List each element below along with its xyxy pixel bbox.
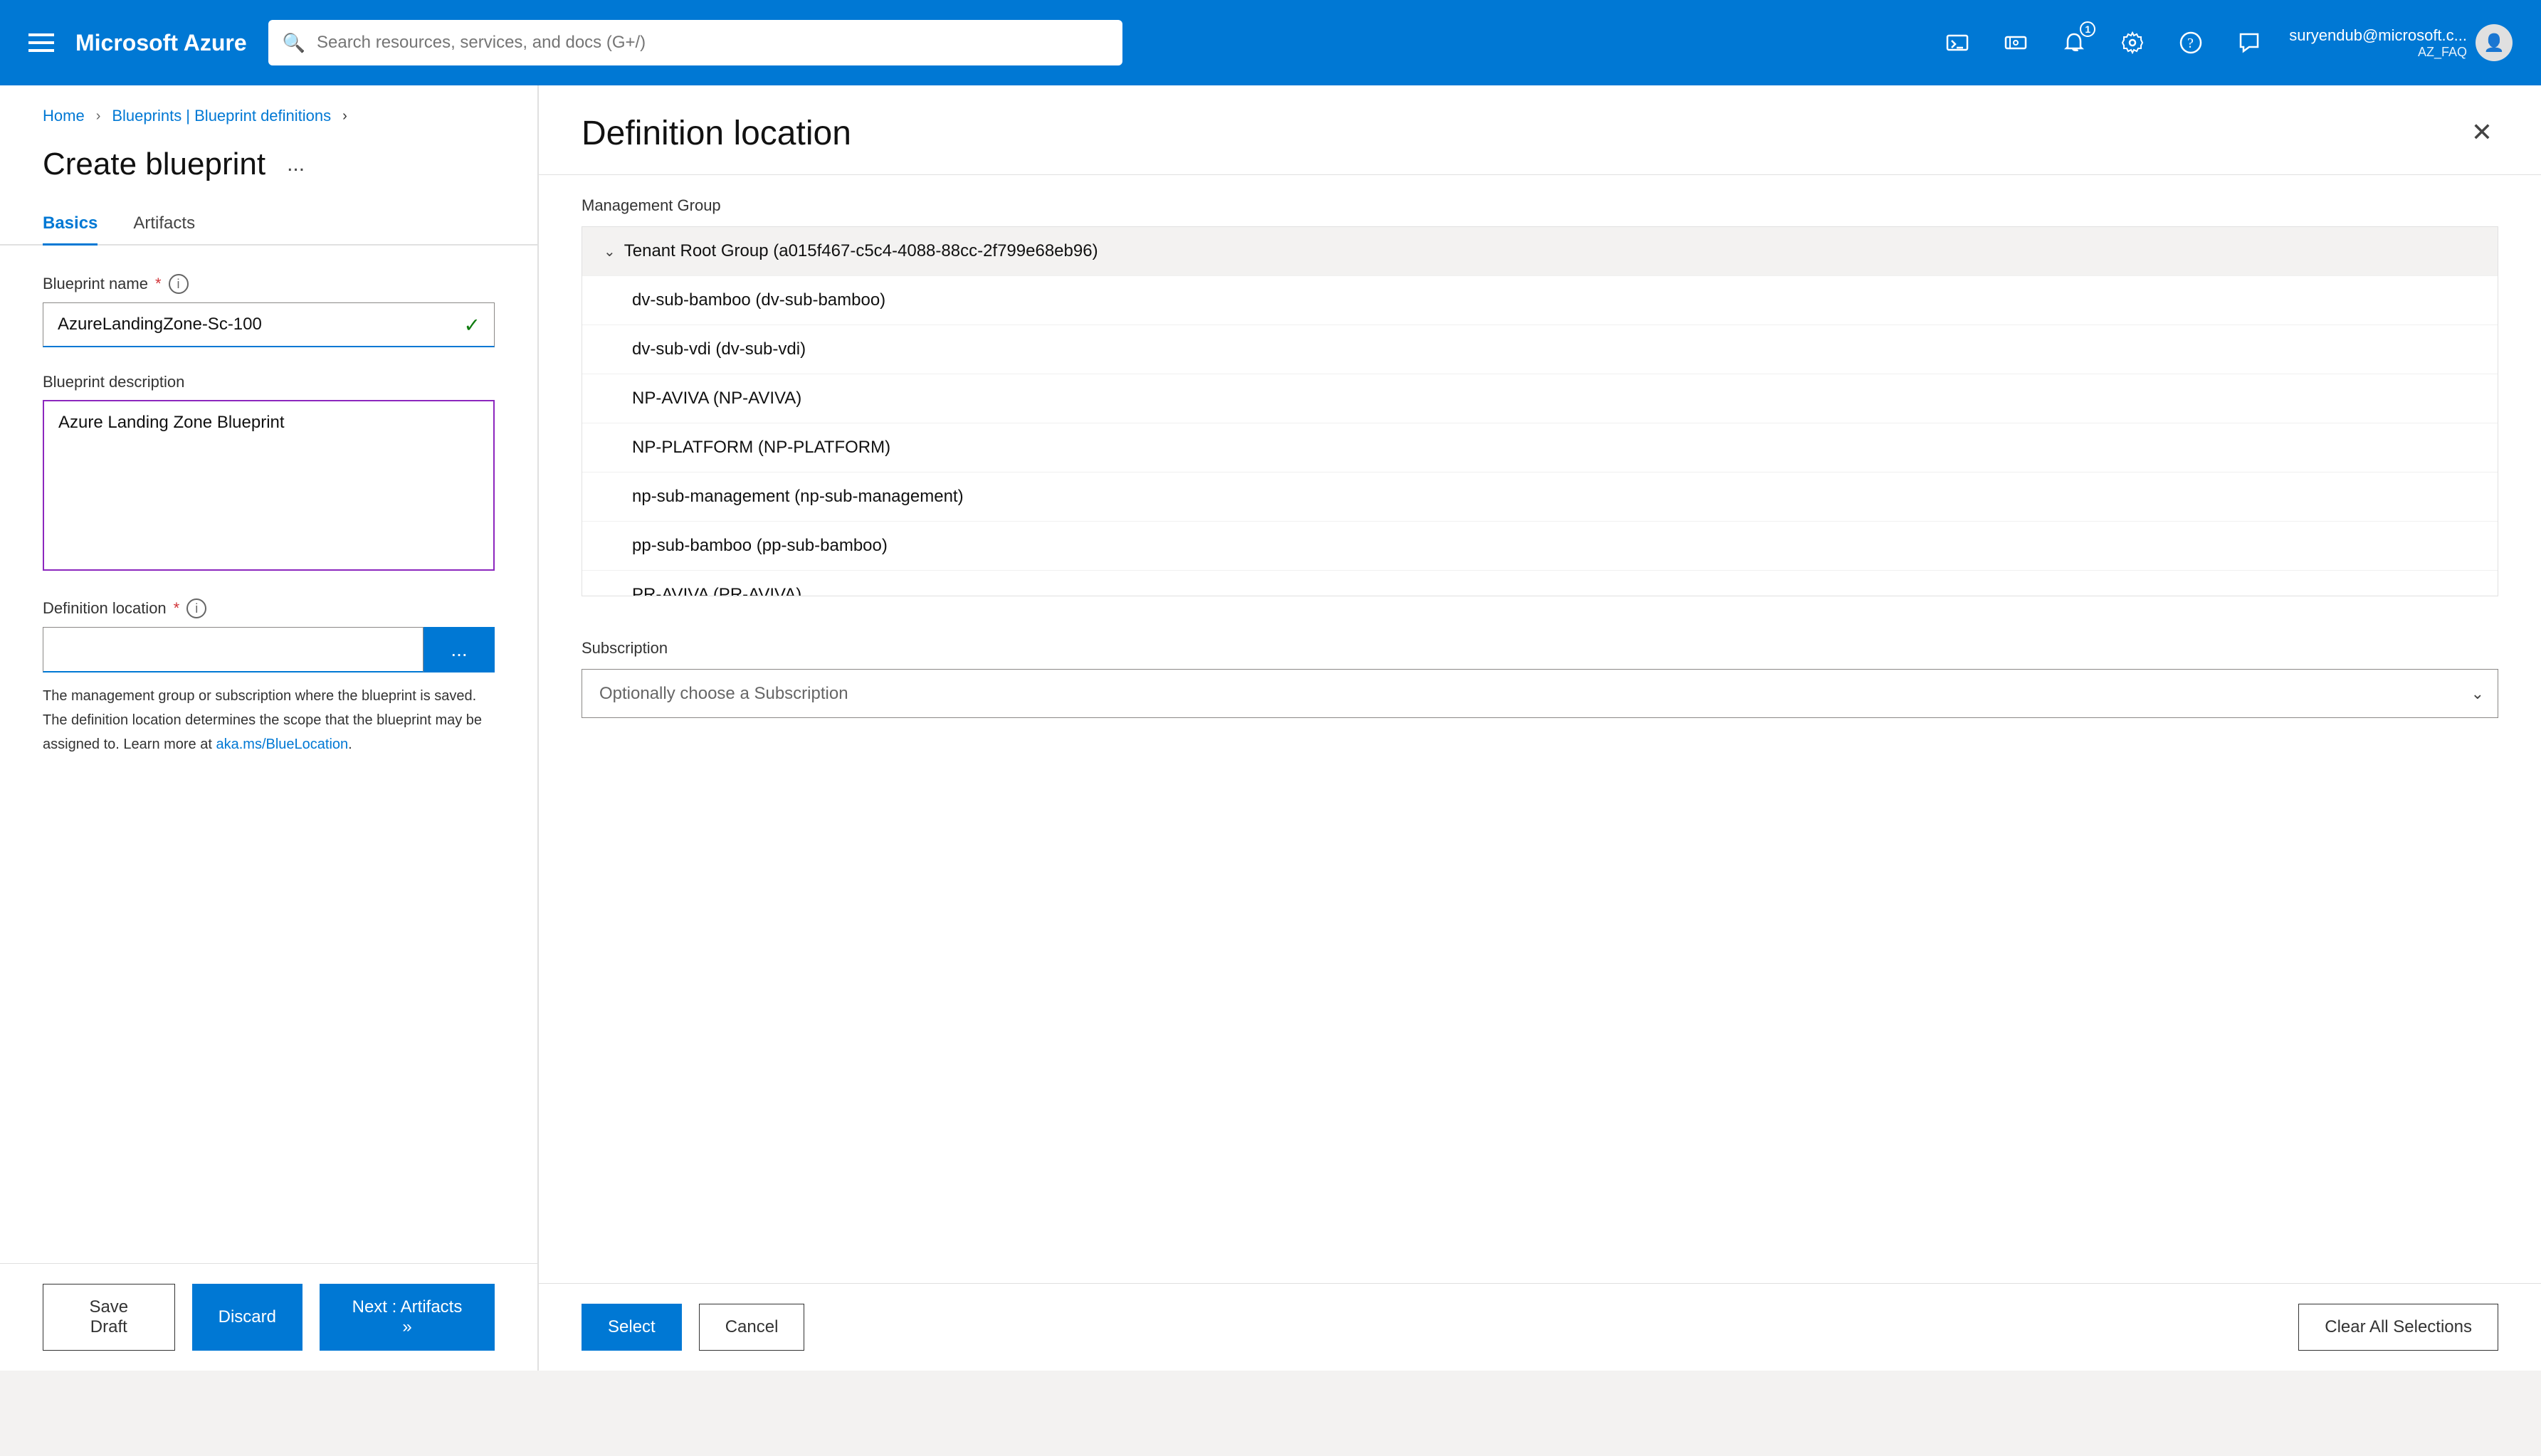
breadcrumb-sep-2: › — [342, 108, 347, 125]
user-avatar: 👤 — [2476, 24, 2513, 61]
notification-icon[interactable]: 1 — [2056, 24, 2093, 61]
breadcrumb-home[interactable]: Home — [43, 107, 85, 125]
blueprint-desc-input[interactable]: Azure Landing Zone Blueprint — [43, 400, 495, 571]
tab-artifacts[interactable]: Artifacts — [133, 204, 195, 246]
next-artifacts-button[interactable]: Next : Artifacts » — [320, 1284, 495, 1351]
management-group-section: Management Group ⌄ Tenant Root Group (a0… — [539, 175, 2541, 618]
tree-item-2[interactable]: NP-AVIVA (NP-AVIVA) — [582, 374, 2498, 423]
management-group-label: Management Group — [582, 196, 2498, 215]
search-input[interactable] — [317, 33, 1108, 53]
panel-close-button[interactable]: ✕ — [2466, 114, 2498, 151]
user-tag: AZ_FAQ — [2289, 45, 2467, 60]
tree-child-label-1: dv-sub-vdi (dv-sub-vdi) — [632, 339, 806, 359]
page-menu-button[interactable]: ... — [280, 149, 312, 179]
search-icon: 🔍 — [283, 32, 305, 54]
user-email: suryendub@microsoft.c... — [2289, 26, 2467, 45]
blueprint-name-label: Blueprint name * i — [43, 274, 495, 294]
azure-logo: Microsoft Azure — [75, 30, 247, 56]
def-location-input[interactable] — [43, 627, 424, 672]
tree-item-5[interactable]: pp-sub-bamboo (pp-sub-bamboo) — [582, 522, 2498, 571]
blueprint-desc-label: Blueprint description — [43, 373, 495, 391]
right-panel: Definition location ✕ Management Group ⌄… — [538, 85, 2541, 1371]
tree-item-6[interactable]: PR-AVIVA (PR-AVIVA) — [582, 571, 2498, 596]
def-location-hint: The management group or subscription whe… — [43, 684, 495, 756]
feedback-icon[interactable] — [2231, 24, 2268, 61]
nav-icons: 1 ? suryendub@microsoft.c... AZ_FAQ 👤 — [1939, 24, 2513, 61]
save-draft-button[interactable]: Save Draft — [43, 1284, 175, 1351]
tree-child-label-0: dv-sub-bamboo (dv-sub-bamboo) — [632, 290, 885, 310]
blueprint-name-group: Blueprint name * i ✓ — [43, 274, 495, 347]
tree-child-label-3: NP-PLATFORM (NP-PLATFORM) — [632, 438, 890, 458]
breadcrumb-blueprints[interactable]: Blueprints | Blueprint definitions — [112, 107, 331, 125]
panel-header: Definition location ✕ — [539, 85, 2541, 175]
tree-child-label-4: np-sub-management (np-sub-management) — [632, 487, 964, 507]
tree-child-label-2: NP-AVIVA (NP-AVIVA) — [632, 389, 801, 408]
hamburger-menu[interactable] — [28, 33, 54, 52]
svg-text:?: ? — [2187, 36, 2194, 51]
help-icon[interactable]: ? — [2172, 24, 2209, 61]
tree-child-label-6: PR-AVIVA (PR-AVIVA) — [632, 585, 801, 596]
tree-item-root[interactable]: ⌄ Tenant Root Group (a015f467-c5c4-4088-… — [582, 227, 2498, 276]
settings-icon[interactable] — [2114, 24, 2151, 61]
panel-bottom-bar: Select Cancel Clear All Selections — [539, 1283, 2541, 1371]
panel-cancel-button[interactable]: Cancel — [699, 1304, 805, 1351]
cloud-shell-icon[interactable] — [1939, 24, 1976, 61]
panel-title: Definition location — [582, 114, 851, 153]
tree-item-1[interactable]: dv-sub-vdi (dv-sub-vdi) — [582, 325, 2498, 374]
breadcrumb: Home › Blueprints | Blueprint definition… — [0, 85, 537, 139]
top-nav: Microsoft Azure 🔍 1 ? suryendub@microsof… — [0, 0, 2541, 85]
management-group-tree: ⌄ Tenant Root Group (a015f467-c5c4-4088-… — [582, 226, 2498, 596]
required-asterisk-loc: * — [174, 599, 180, 618]
def-location-info-icon[interactable]: i — [186, 598, 206, 618]
required-asterisk-name: * — [155, 275, 162, 293]
subscription-section: Subscription Optionally choose a Subscri… — [539, 618, 2541, 739]
page-header: Create blueprint ... — [0, 139, 537, 204]
blueprint-name-input[interactable] — [43, 302, 495, 347]
tree-item-3[interactable]: NP-PLATFORM (NP-PLATFORM) — [582, 423, 2498, 473]
page-title: Create blueprint — [43, 147, 265, 182]
def-location-label: Definition location * i — [43, 598, 495, 618]
tree-root-label: Tenant Root Group (a015f467-c5c4-4088-88… — [624, 241, 1098, 261]
tree-item-4[interactable]: np-sub-management (np-sub-management) — [582, 473, 2498, 522]
discard-button[interactable]: Discard — [192, 1284, 302, 1351]
blueprint-name-input-wrapper: ✓ — [43, 302, 495, 347]
left-panel: Home › Blueprints | Blueprint definition… — [0, 85, 538, 1371]
blueprint-desc-group: Blueprint description Azure Landing Zone… — [43, 373, 495, 573]
blueprint-name-check-icon: ✓ — [464, 313, 480, 337]
subscription-label: Subscription — [582, 639, 2498, 658]
def-location-browse-button[interactable]: ... — [424, 627, 495, 672]
def-location-hint-link[interactable]: aka.ms/BlueLocation — [216, 737, 348, 752]
bottom-bar: Save Draft Discard Next : Artifacts » — [0, 1263, 537, 1371]
tree-item-0[interactable]: dv-sub-bamboo (dv-sub-bamboo) — [582, 276, 2498, 325]
user-menu[interactable]: suryendub@microsoft.c... AZ_FAQ 👤 — [2289, 24, 2513, 61]
breadcrumb-sep-1: › — [96, 108, 101, 125]
notification-badge: 1 — [2080, 21, 2095, 37]
def-location-row: ... — [43, 627, 495, 672]
form-area: Blueprint name * i ✓ Blueprint descripti… — [0, 246, 537, 1263]
panel-clear-all-button[interactable]: Clear All Selections — [2298, 1304, 2498, 1351]
panel-select-button[interactable]: Select — [582, 1304, 682, 1351]
tabs: Basics Artifacts — [0, 204, 537, 246]
blueprint-name-info-icon[interactable]: i — [169, 274, 189, 294]
subscription-dropdown-wrapper: Optionally choose a Subscription ⌄ — [582, 669, 2498, 718]
main-container: Home › Blueprints | Blueprint definition… — [0, 85, 2541, 1371]
tree-child-label-5: pp-sub-bamboo (pp-sub-bamboo) — [632, 536, 888, 556]
subscription-dropdown[interactable]: Optionally choose a Subscription — [582, 669, 2498, 718]
tree-chevron-root: ⌄ — [604, 243, 616, 260]
def-location-group: Definition location * i ... The manageme… — [43, 598, 495, 756]
directory-icon[interactable] — [1997, 24, 2034, 61]
search-bar: 🔍 — [268, 20, 1122, 65]
tab-basics[interactable]: Basics — [43, 204, 98, 246]
